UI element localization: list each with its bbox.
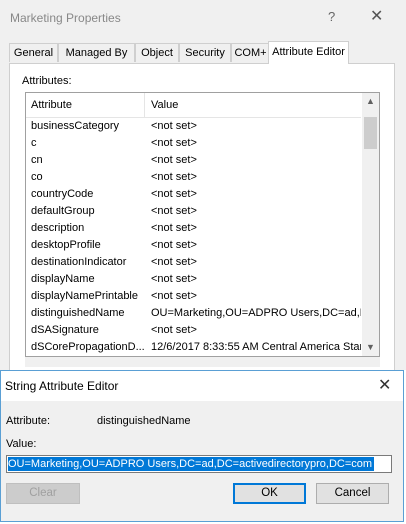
- help-button[interactable]: ?: [328, 9, 335, 24]
- attributes-label: Attributes:: [22, 75, 72, 87]
- attribute-name: dSCorePropagationD...: [31, 341, 145, 353]
- properties-window: Marketing Properties ? ✕ General Managed…: [0, 0, 406, 373]
- attribute-value: <not set>: [151, 239, 197, 251]
- string-attribute-editor-dialog: String Attribute Editor ✕ Attribute: dis…: [0, 370, 404, 522]
- column-header-attribute[interactable]: Attribute: [31, 99, 72, 111]
- close-icon[interactable]: ✕: [378, 375, 391, 395]
- scroll-up-icon[interactable]: ▲: [362, 93, 379, 110]
- attribute-value: <not set>: [151, 290, 197, 302]
- attribute-name: desktopProfile: [31, 239, 101, 251]
- list-item[interactable]: description <not set>: [26, 221, 361, 238]
- scroll-down-icon[interactable]: ▼: [362, 339, 379, 356]
- attribute-name: c: [31, 137, 37, 149]
- list-item-selected[interactable]: distinguishedName OU=Marketing,OU=ADPRO …: [26, 306, 361, 323]
- attribute-value: <not set>: [151, 222, 197, 234]
- column-header-value[interactable]: Value: [151, 99, 178, 111]
- attribute-value: <not set>: [151, 120, 197, 132]
- vertical-scrollbar[interactable]: ▲ ▼: [362, 93, 379, 356]
- value-text-selected: OU=Marketing,OU=ADPRO Users,DC=ad,DC=act…: [8, 457, 375, 471]
- dialog-title: String Attribute Editor: [5, 379, 119, 393]
- tab-general[interactable]: General: [9, 43, 58, 62]
- column-divider[interactable]: [144, 93, 145, 117]
- attribute-value: <not set>: [151, 324, 197, 336]
- dialog-titlebar: String Attribute Editor ✕: [1, 371, 403, 401]
- attribute-value: <not set>: [151, 256, 197, 268]
- attribute-name: businessCategory: [31, 120, 120, 132]
- list-item[interactable]: desktopProfile <not set>: [26, 238, 361, 255]
- cancel-button[interactable]: Cancel: [316, 483, 389, 504]
- list-item[interactable]: c <not set>: [26, 136, 361, 153]
- attribute-name: description: [31, 222, 85, 234]
- attribute-label: Attribute:: [6, 415, 51, 427]
- tab-security[interactable]: Security: [179, 43, 231, 62]
- attribute-value: <not set>: [151, 137, 197, 149]
- attribute-name: defaultGroup: [31, 205, 95, 217]
- close-icon[interactable]: ✕: [370, 6, 383, 26]
- list-item[interactable]: dSCorePropagationD... 12/6/2017 8:33:55 …: [26, 340, 361, 356]
- attribute-value: <not set>: [151, 171, 197, 183]
- tab-com-plus[interactable]: COM+: [231, 43, 270, 62]
- list-item[interactable]: dSASignature <not set>: [26, 323, 361, 340]
- attribute-value: 12/6/2017 8:33:55 AM Central America Sta…: [151, 341, 361, 353]
- attribute-name: displayName: [31, 273, 95, 285]
- ok-button[interactable]: OK: [233, 483, 306, 504]
- list-item[interactable]: businessCategory <not set>: [26, 119, 361, 136]
- list-header: Attribute Value: [26, 93, 361, 118]
- attribute-value: <not set>: [151, 205, 197, 217]
- attribute-name-value: distinguishedName: [97, 415, 191, 427]
- tab-managed-by[interactable]: Managed By: [58, 43, 135, 62]
- window-title: Marketing Properties: [10, 11, 121, 25]
- horizontal-scrollbar[interactable]: [25, 357, 380, 367]
- clear-button[interactable]: Clear: [6, 483, 80, 504]
- list-item[interactable]: displayNamePrintable <not set>: [26, 289, 361, 306]
- attribute-name: cn: [31, 154, 43, 166]
- attribute-name: dSASignature: [31, 324, 99, 336]
- attribute-name: co: [31, 171, 43, 183]
- tab-object[interactable]: Object: [135, 43, 179, 62]
- list-item[interactable]: countryCode <not set>: [26, 187, 361, 204]
- attributes-list[interactable]: Attribute Value businessCategory <not se…: [25, 92, 380, 357]
- attribute-value: <not set>: [151, 273, 197, 285]
- attribute-name: distinguishedName: [31, 307, 125, 319]
- list-item[interactable]: defaultGroup <not set>: [26, 204, 361, 221]
- attribute-value: <not set>: [151, 154, 197, 166]
- tab-attribute-editor[interactable]: Attribute Editor: [268, 41, 349, 64]
- list-item[interactable]: destinationIndicator <not set>: [26, 255, 361, 272]
- attribute-value: <not set>: [151, 188, 197, 200]
- attribute-name: displayNamePrintable: [31, 290, 138, 302]
- value-input[interactable]: OU=Marketing,OU=ADPRO Users,DC=ad,DC=act…: [6, 455, 392, 473]
- attribute-name: countryCode: [31, 188, 94, 200]
- list-item[interactable]: cn <not set>: [26, 153, 361, 170]
- scroll-thumb[interactable]: [364, 117, 377, 149]
- list-item[interactable]: co <not set>: [26, 170, 361, 187]
- attribute-value: OU=Marketing,OU=ADPRO Users,DC=ad,D(: [151, 307, 361, 319]
- attribute-name: destinationIndicator: [31, 256, 127, 268]
- list-item[interactable]: displayName <not set>: [26, 272, 361, 289]
- value-label: Value:: [6, 438, 37, 450]
